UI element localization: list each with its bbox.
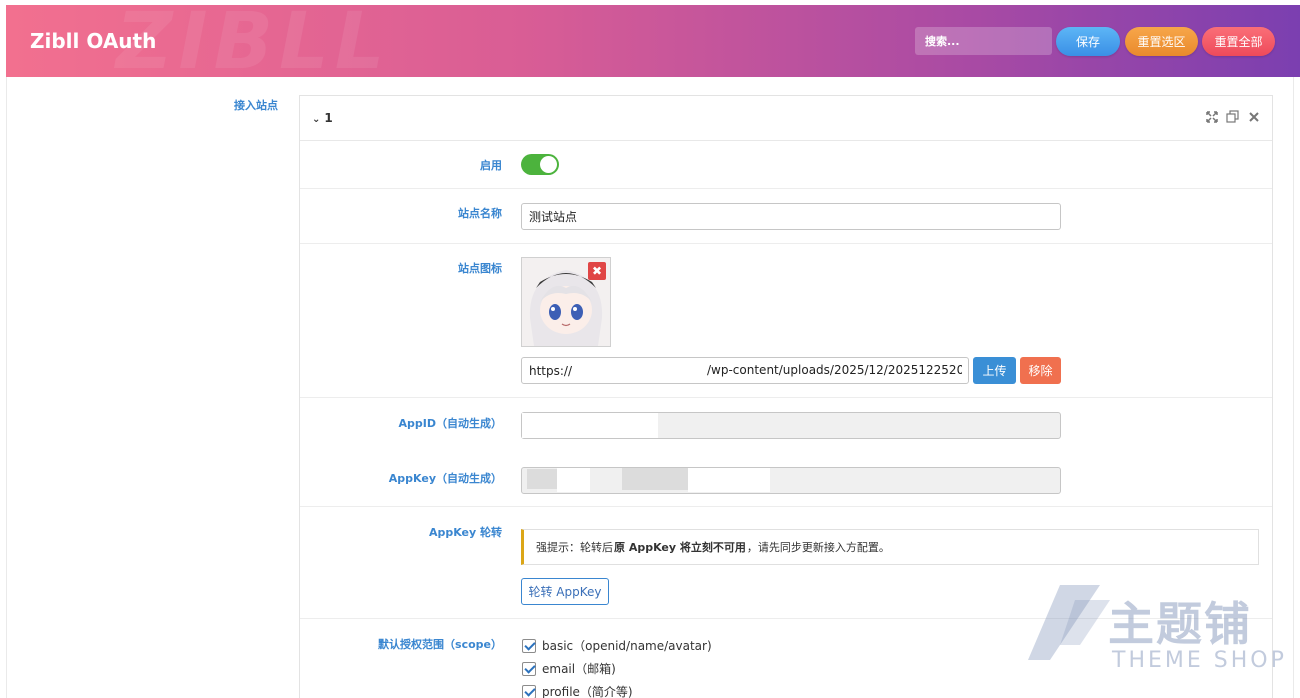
- appkey-label: AppKey（自动生成）: [388, 472, 502, 485]
- group-tools: [1205, 110, 1260, 123]
- notice-prefix: 强提示：轮转后: [536, 541, 613, 554]
- group-header[interactable]: ⌄ 1: [300, 96, 1272, 141]
- group-title[interactable]: ⌄ 1: [312, 111, 333, 125]
- appkey-redaction-2: [557, 468, 590, 492]
- header-watermark: ZIBLL: [116, 5, 391, 77]
- app-credentials-row: AppID（自动生成） AppKey（自动生成）: [300, 398, 1272, 507]
- search-input[interactable]: [915, 27, 1052, 55]
- site-name-label: 站点名称: [458, 207, 502, 220]
- remove-icon-button[interactable]: ✖: [588, 262, 606, 280]
- close-icon[interactable]: [1247, 110, 1260, 123]
- notice-suffix: ，请先同步更新接入方配置。: [746, 541, 890, 554]
- remove-button[interactable]: 移除: [1020, 357, 1061, 384]
- site-name-input[interactable]: [521, 203, 1061, 230]
- top-header: ZIBLL Zibll OAuth 保存 重置选区 重置全部: [6, 5, 1300, 77]
- scope-label: 默认授权范围（scope）: [378, 638, 502, 651]
- watermark-subtext: THEME SHOP: [1112, 648, 1287, 673]
- scope-profile-label: profile（简介等): [542, 685, 633, 698]
- enabled-label: 启用: [480, 159, 502, 172]
- reset-section-button[interactable]: 重置选区: [1125, 27, 1198, 56]
- save-button[interactable]: 保存: [1056, 27, 1120, 56]
- site-icon-url-suffix: /wp-content/uploads/2025/12/202512252024: [707, 363, 962, 377]
- upload-button[interactable]: 上传: [973, 357, 1016, 384]
- notice-bold: 原 AppKey 将立刻不可用: [614, 541, 746, 554]
- site-icon-row: 站点图标 ✖ /wp-content/uploads/2025/12/20251…: [300, 244, 1272, 398]
- appkey-redaction-1: [527, 469, 557, 489]
- scope-profile[interactable]: profile（简介等): [522, 683, 633, 698]
- appid-label: AppID（自动生成）: [398, 417, 503, 430]
- reset-all-button[interactable]: 重置全部: [1202, 27, 1275, 56]
- checkbox-profile[interactable]: [522, 684, 536, 698]
- group-title-text: 1: [324, 111, 333, 125]
- site-icon-label: 站点图标: [458, 262, 502, 275]
- scope-email[interactable]: email（邮箱): [522, 660, 616, 677]
- appkey-redaction-3: [622, 468, 688, 490]
- site-icon-preview: ✖: [521, 257, 611, 347]
- site-name-row: 站点名称: [300, 189, 1272, 244]
- enabled-row: 启用: [300, 141, 1272, 189]
- rotate-notice: 强提示：轮转后 原 AppKey 将立刻不可用 ，请先同步更新接入方配置。: [521, 529, 1259, 565]
- watermark-text: 主题铺: [1108, 597, 1252, 651]
- rotate-appkey-button[interactable]: 轮转 AppKey: [521, 578, 609, 605]
- checkbox-email[interactable]: [522, 661, 536, 676]
- appkey-input[interactable]: [521, 467, 1061, 494]
- scope-basic-label: basic（openid/name/avatar): [542, 639, 712, 653]
- appkey-redaction-4: [688, 468, 770, 492]
- appid-redaction: [522, 413, 658, 438]
- rotate-label: AppKey 轮转: [428, 526, 502, 539]
- chevron-down-icon: ⌄: [312, 114, 321, 125]
- app-title: Zibll OAuth: [30, 29, 157, 53]
- enabled-toggle[interactable]: [521, 154, 559, 175]
- scope-basic[interactable]: basic（openid/name/avatar): [522, 637, 712, 654]
- scope-email-label: email（邮箱): [542, 662, 616, 676]
- expand-icon[interactable]: [1205, 110, 1218, 123]
- clone-icon[interactable]: [1226, 110, 1239, 123]
- checkbox-basic[interactable]: [522, 638, 536, 653]
- section-label: 接入站点: [234, 99, 278, 112]
